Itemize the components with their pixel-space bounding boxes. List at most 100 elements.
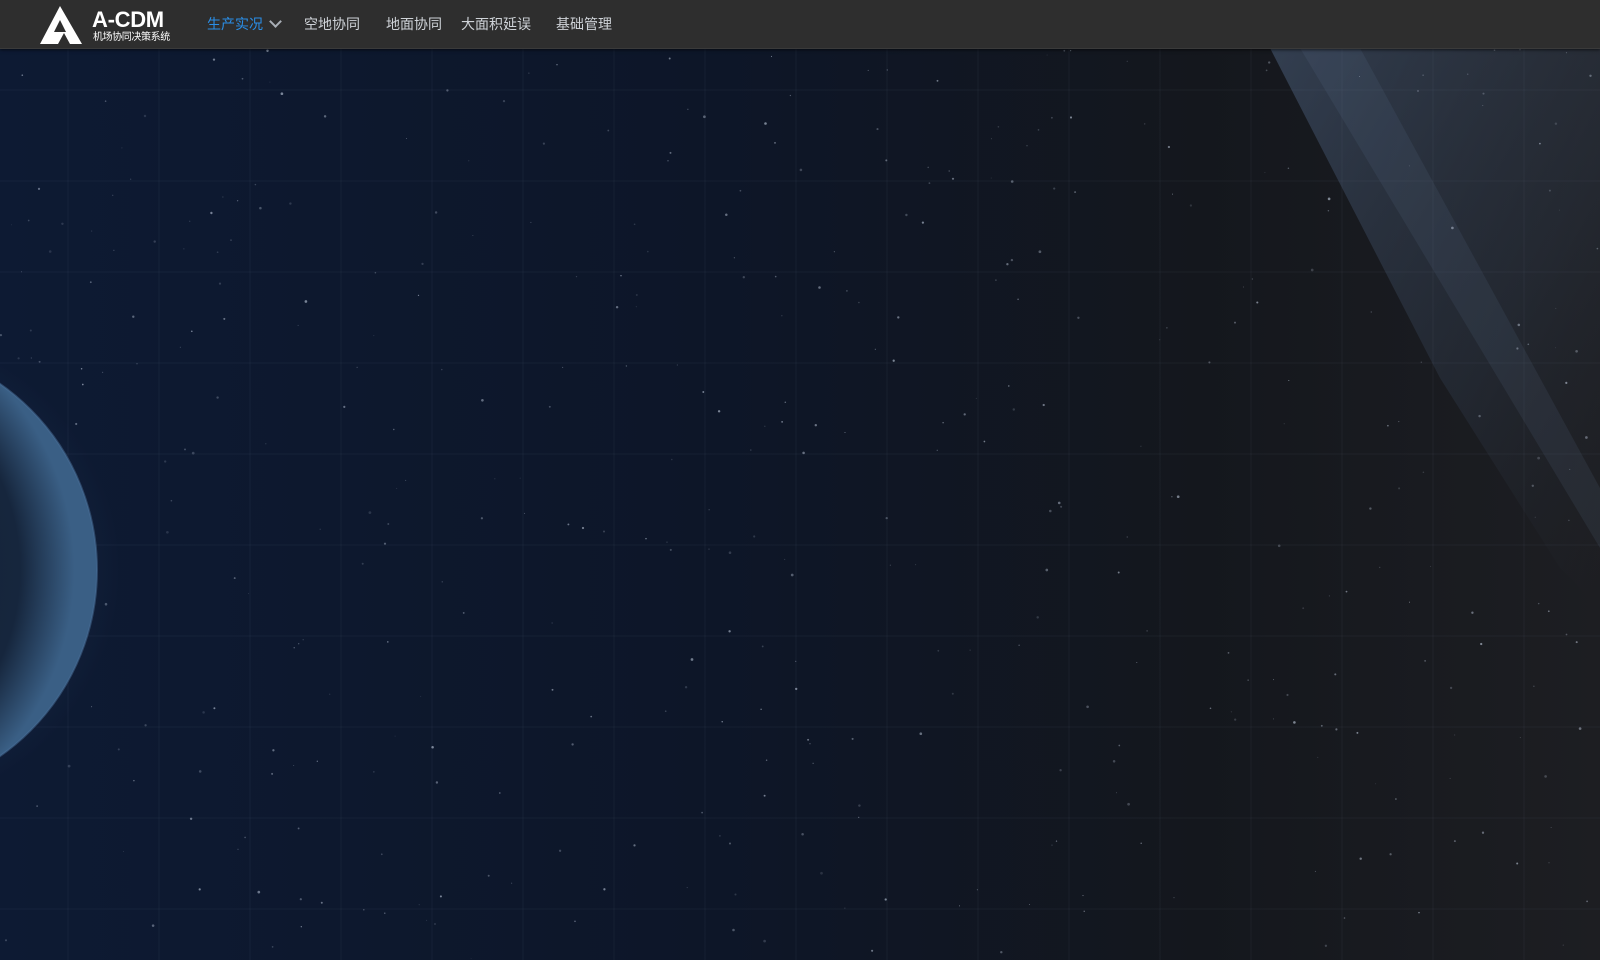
star xyxy=(1481,831,1485,834)
star xyxy=(571,743,574,746)
star xyxy=(781,315,783,317)
star xyxy=(551,688,554,691)
nav-item-label: 大面积延误 xyxy=(461,17,531,33)
app-logo[interactable]: A-CDM 机场协同决策系统 xyxy=(40,6,170,44)
star xyxy=(297,324,299,326)
star xyxy=(1074,191,1077,194)
star xyxy=(668,57,671,60)
star xyxy=(1272,718,1274,720)
star xyxy=(1053,187,1056,190)
star xyxy=(1516,862,1519,865)
star xyxy=(1018,644,1020,646)
star xyxy=(468,160,470,162)
nav-item-label: 基础管理 xyxy=(556,17,612,33)
nav-item-label: 空地协同 xyxy=(304,17,360,33)
star xyxy=(1345,590,1348,593)
star xyxy=(198,888,201,891)
star xyxy=(1051,844,1053,846)
star xyxy=(884,898,887,901)
star xyxy=(1565,633,1568,636)
star xyxy=(721,721,723,723)
nav-item-air-ground-collab[interactable]: 空地协同 xyxy=(304,0,360,48)
star xyxy=(703,115,706,119)
star xyxy=(1144,123,1146,125)
star xyxy=(765,759,768,762)
star xyxy=(373,771,375,773)
star xyxy=(795,660,797,663)
star xyxy=(30,357,32,359)
nav-item-mass-delay[interactable]: 大面积延误 xyxy=(461,0,531,48)
nav-item-ground-collab[interactable]: 地面协同 xyxy=(386,0,442,48)
star xyxy=(1070,50,1072,52)
star xyxy=(885,159,888,162)
star xyxy=(293,765,295,767)
star xyxy=(91,230,93,232)
star xyxy=(625,365,628,367)
star xyxy=(241,77,244,80)
star xyxy=(101,371,104,374)
star xyxy=(1565,52,1567,54)
star xyxy=(915,564,917,566)
star xyxy=(435,781,439,784)
star xyxy=(1343,917,1346,919)
star xyxy=(1589,74,1592,78)
star xyxy=(858,816,860,819)
star xyxy=(257,890,261,894)
star xyxy=(1466,73,1469,76)
star xyxy=(725,213,728,216)
star xyxy=(166,530,169,534)
star xyxy=(406,137,407,139)
star xyxy=(511,882,513,884)
star xyxy=(763,794,766,797)
star xyxy=(304,300,308,303)
star xyxy=(441,581,443,583)
star xyxy=(396,487,398,489)
star xyxy=(218,282,222,285)
star xyxy=(356,366,358,368)
star xyxy=(48,250,52,253)
star xyxy=(1230,711,1233,713)
star xyxy=(833,251,835,253)
star xyxy=(1548,862,1550,864)
star xyxy=(921,221,925,224)
chevron-down-icon[interactable] xyxy=(269,15,282,28)
star xyxy=(844,907,846,909)
star xyxy=(620,274,622,277)
star xyxy=(1171,496,1173,498)
star xyxy=(892,359,895,362)
star xyxy=(494,478,496,480)
star xyxy=(210,211,213,215)
star xyxy=(1534,516,1536,518)
star xyxy=(1256,301,1259,304)
star xyxy=(770,55,773,58)
star xyxy=(1379,566,1381,569)
star xyxy=(254,183,257,186)
star xyxy=(1057,501,1061,505)
star xyxy=(1408,601,1411,603)
star xyxy=(784,401,787,403)
star xyxy=(1077,316,1080,319)
star xyxy=(89,281,92,284)
star xyxy=(1480,642,1483,646)
star xyxy=(1328,595,1330,597)
nav-item-production-live[interactable]: 生产实况 xyxy=(207,0,282,48)
star xyxy=(183,248,185,250)
star xyxy=(17,357,20,360)
star xyxy=(1042,403,1045,407)
star xyxy=(1418,911,1420,914)
star xyxy=(844,431,846,434)
star xyxy=(633,223,636,226)
star xyxy=(237,848,239,850)
star xyxy=(1171,193,1174,195)
star xyxy=(942,422,944,424)
star xyxy=(112,194,114,196)
star xyxy=(363,908,365,911)
star xyxy=(669,151,672,154)
star xyxy=(133,779,135,782)
star xyxy=(667,160,669,162)
star xyxy=(280,92,284,96)
nav-item-base-management[interactable]: 基础管理 xyxy=(556,0,612,48)
star xyxy=(368,511,372,514)
star xyxy=(216,251,219,254)
star xyxy=(117,748,120,751)
